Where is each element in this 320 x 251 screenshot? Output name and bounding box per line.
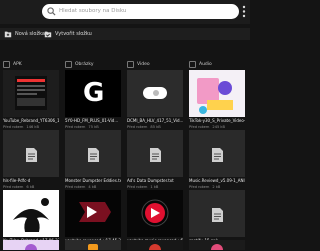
grid-item-partial-3[interactable] bbox=[127, 240, 183, 250]
toolbar: Nová složka Vytvořit složku bbox=[0, 28, 250, 40]
more-vert-icon[interactable] bbox=[239, 4, 249, 19]
folder-name: Video bbox=[137, 61, 150, 67]
checkbox[interactable] bbox=[127, 60, 134, 68]
thumbnail bbox=[65, 190, 121, 237]
grid-item-partial-1[interactable] bbox=[3, 240, 59, 250]
document-icon bbox=[88, 148, 99, 162]
file-name: 5Y0-HD_FM_PLUS_01-Vid... bbox=[65, 118, 119, 123]
file-name: YouTube_Rebrand_YT6306_14... bbox=[3, 118, 59, 123]
file-name: Music.Reviewd_v5.09-1_ANIM... bbox=[189, 178, 245, 183]
google-logo-icon: G bbox=[83, 78, 105, 108]
search-input[interactable]: Hledat soubory na Disku bbox=[42, 4, 239, 19]
file-name: hls-file-Pdfc-d bbox=[3, 178, 31, 183]
folder-name: Audio bbox=[199, 61, 212, 67]
file-name: TikTok-y30_S_Private_Video-... bbox=[189, 118, 245, 123]
thumbnail bbox=[65, 130, 121, 177]
thumbnail bbox=[127, 130, 183, 177]
document-icon bbox=[150, 148, 161, 162]
thumbnail bbox=[65, 240, 121, 250]
thumbnail bbox=[3, 240, 59, 250]
thumbnail bbox=[189, 240, 245, 250]
music-revanced-thumbnail bbox=[127, 190, 183, 237]
folder-name: Obrázky bbox=[75, 61, 94, 67]
checkbox[interactable] bbox=[3, 60, 10, 68]
folder-plus-icon bbox=[4, 31, 12, 38]
cartoon-illustration bbox=[189, 70, 245, 117]
orange-app-icon bbox=[88, 244, 98, 250]
create-folder-icon bbox=[44, 31, 52, 38]
thumbnail bbox=[127, 190, 183, 237]
top-bar: Hledat soubory na Disku bbox=[0, 0, 250, 24]
grid-item-partial-2[interactable] bbox=[65, 240, 121, 250]
thumbnail bbox=[127, 70, 183, 117]
checkbox[interactable] bbox=[189, 60, 196, 68]
document-icon bbox=[26, 148, 37, 162]
thumbnail bbox=[3, 70, 59, 117]
document-icon bbox=[212, 148, 223, 162]
thumbnail bbox=[3, 190, 59, 237]
palm-silhouette-thumbnail bbox=[3, 190, 59, 237]
new-folder-button[interactable]: Nová složka bbox=[4, 28, 45, 40]
thumbnail bbox=[189, 70, 245, 117]
search-placeholder: Hledat soubory na Disku bbox=[59, 8, 127, 14]
folder-name: APK bbox=[13, 61, 22, 67]
search-icon bbox=[47, 7, 56, 16]
red-app-icon bbox=[149, 244, 161, 250]
toggle-thumbnail-icon bbox=[143, 87, 167, 99]
new-folder-label: Nová složka bbox=[15, 31, 45, 37]
thumbnail bbox=[127, 240, 183, 250]
avatar-thumbnail bbox=[25, 244, 37, 250]
youtube-screen-thumbnail bbox=[15, 76, 47, 110]
thumbnail bbox=[189, 130, 245, 177]
file-name: DCMI_BA_HLV_417_51_Vid... bbox=[127, 118, 183, 123]
checkbox[interactable] bbox=[65, 60, 72, 68]
grid-item-partial-4[interactable] bbox=[189, 240, 245, 250]
file-name: Ad's Data Dumpster.txt bbox=[127, 178, 174, 183]
create-folder-button[interactable]: Vytvořit složku bbox=[44, 28, 92, 40]
pink-app-icon bbox=[211, 244, 223, 250]
thumbnail bbox=[3, 130, 59, 177]
create-folder-label: Vytvořit složku bbox=[55, 31, 92, 37]
youtube-revanced-thumbnail bbox=[65, 190, 121, 237]
file-name: Monster Dumpster Eddies.txt bbox=[65, 178, 121, 183]
thumbnail bbox=[189, 190, 245, 237]
document-icon bbox=[212, 208, 223, 222]
thumbnail: G bbox=[65, 70, 121, 117]
